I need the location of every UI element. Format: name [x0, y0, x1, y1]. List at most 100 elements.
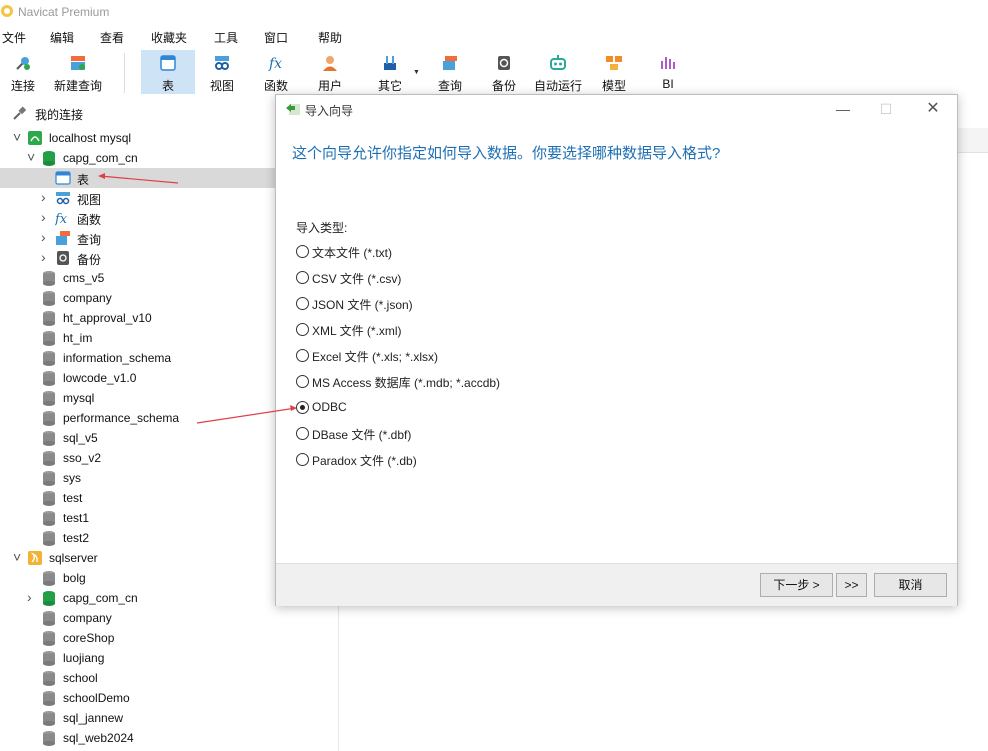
- toolbar-auto-run-button[interactable]: 自动运行: [530, 50, 586, 94]
- import-type-option[interactable]: Excel 文件 (*.xls; *.xlsx): [296, 347, 596, 367]
- cancel-button[interactable]: 取消: [874, 573, 947, 597]
- toolbar-connect-button[interactable]: 连接: [4, 50, 42, 94]
- tree-item-label: 备份: [77, 253, 102, 267]
- toolbar-user-button[interactable]: 用户: [310, 50, 350, 94]
- tree-item-label: coreShop: [63, 631, 115, 645]
- import-type-label: 导入类型:: [296, 221, 348, 235]
- toolbar-backup-button[interactable]: 备份: [484, 50, 524, 94]
- dialog-title-bar[interactable]: 导入向导 — ☐ ✕: [276, 95, 957, 123]
- dialog-heading: 这个向导允许你指定如何导入数据。你要选择哪种数据导入格式?: [292, 145, 721, 162]
- tree-item-label: lowcode_v1.0: [63, 371, 137, 385]
- import-type-option[interactable]: XML 文件 (*.xml): [296, 321, 596, 341]
- tree-item-label: luojiang: [63, 651, 105, 665]
- menu-tools[interactable]: 工具: [214, 29, 238, 46]
- tree-item-label: sso_v2: [63, 451, 102, 465]
- chevron-right-icon[interactable]: ›: [41, 250, 51, 264]
- chevron-right-icon[interactable]: ›: [41, 230, 51, 244]
- chevron-right-icon[interactable]: ›: [27, 590, 37, 604]
- import-type-option[interactable]: 文本文件 (*.txt): [296, 243, 596, 263]
- tree-item[interactable]: luojiang: [0, 648, 338, 668]
- radio-button[interactable]: [296, 323, 309, 336]
- tree-item[interactable]: school: [0, 668, 338, 688]
- menu-bar: 文件 编辑 查看 收藏夹 工具 窗口 帮助: [0, 25, 988, 47]
- tree-item-label: test1: [63, 511, 90, 525]
- tree-item-label: sql_jannew: [63, 711, 124, 725]
- toolbar-table-button[interactable]: 表: [141, 50, 195, 94]
- new-query-icon: [71, 56, 85, 70]
- function-icon: fx: [268, 56, 282, 72]
- database-icon: [43, 411, 55, 426]
- minimize-icon[interactable]: —: [833, 100, 853, 118]
- tree-item-label: mysql: [63, 391, 95, 405]
- radio-button[interactable]: [296, 349, 309, 362]
- toolbar-query-button[interactable]: 查询: [430, 50, 470, 94]
- menu-edit[interactable]: 编辑: [50, 29, 74, 46]
- tree-item-label: 视图: [77, 193, 102, 207]
- radio-button[interactable]: [296, 245, 309, 258]
- toolbar-bi-button[interactable]: BI: [648, 50, 688, 94]
- function-icon: fx: [55, 212, 68, 226]
- toolbar-function-button[interactable]: fx 函数: [256, 50, 296, 94]
- database-icon: [43, 711, 55, 726]
- menu-file[interactable]: 文件: [2, 29, 26, 46]
- tree-item[interactable]: coreShop: [0, 628, 338, 648]
- menu-help[interactable]: 帮助: [318, 29, 342, 46]
- radio-button[interactable]: [296, 401, 309, 414]
- import-type-option[interactable]: DBase 文件 (*.dbf): [296, 425, 596, 445]
- toolbar-model-button[interactable]: 模型: [594, 50, 634, 94]
- database-icon: [43, 291, 55, 306]
- tree-item-label: performance_schema: [63, 411, 180, 425]
- tree-item-label: 查询: [77, 233, 102, 247]
- database-icon: [43, 511, 55, 526]
- tree-item-label: 函数: [77, 213, 102, 227]
- toolbar-other-button[interactable]: 其它: [368, 50, 412, 94]
- other-dropdown-icon[interactable]: ▼: [413, 69, 420, 76]
- database-icon: [43, 611, 55, 626]
- navicat-logo-icon: [1, 5, 13, 17]
- import-type-option[interactable]: CSV 文件 (*.csv): [296, 269, 596, 289]
- tree-item[interactable]: sql_web2024: [0, 728, 338, 748]
- database-icon: [43, 271, 55, 286]
- tree-item-label: capg_com_cn: [63, 151, 138, 165]
- radio-button[interactable]: [296, 271, 309, 284]
- tree-item-label: ht_approval_v10: [63, 311, 152, 325]
- tree-item[interactable]: sql_jannew: [0, 708, 338, 728]
- database-icon: [43, 631, 55, 646]
- chevron-down-icon[interactable]: ˅: [13, 550, 23, 564]
- toolbar-separator: [124, 53, 125, 93]
- tree-item-label: sql_v5: [63, 431, 98, 445]
- import-type-option[interactable]: ODBC: [296, 399, 596, 419]
- tree-item-label: test: [63, 491, 83, 505]
- close-icon[interactable]: ✕: [923, 100, 943, 118]
- import-wizard-icon: [286, 104, 300, 115]
- radio-button[interactable]: [296, 427, 309, 440]
- database-icon: [43, 391, 55, 406]
- chevron-down-icon[interactable]: ˅: [27, 150, 37, 164]
- import-type-option[interactable]: Paradox 文件 (*.db): [296, 451, 596, 471]
- radio-button[interactable]: [296, 453, 309, 466]
- tree-item-label: sql_web2024: [63, 731, 134, 745]
- title-bar: Navicat Premium: [0, 0, 988, 24]
- table-icon: [160, 55, 176, 71]
- toolbar-new-query-button[interactable]: 新建查询: [50, 50, 106, 94]
- import-type-option[interactable]: MS Access 数据库 (*.mdb; *.accdb): [296, 373, 596, 393]
- menu-favorites[interactable]: 收藏夹: [151, 29, 187, 46]
- tree-item[interactable]: company: [0, 608, 338, 628]
- tree-item-label: localhost mysql: [49, 131, 132, 145]
- query-icon: [56, 231, 70, 245]
- chevron-right-icon[interactable]: ›: [41, 190, 51, 204]
- next-button[interactable]: 下一步 >: [760, 573, 833, 597]
- radio-button[interactable]: [296, 375, 309, 388]
- import-type-option-label: Paradox 文件 (*.db): [312, 454, 417, 468]
- tree-item-label: school: [63, 671, 98, 685]
- menu-window[interactable]: 窗口: [264, 29, 288, 46]
- import-type-option[interactable]: JSON 文件 (*.json): [296, 295, 596, 315]
- radio-button[interactable]: [296, 297, 309, 310]
- tree-item-label: bolg: [63, 571, 86, 585]
- toolbar-view-button[interactable]: 视图: [202, 50, 242, 94]
- last-step-button[interactable]: >>: [836, 573, 867, 597]
- chevron-down-icon[interactable]: ˅: [13, 130, 23, 144]
- tree-item[interactable]: schoolDemo: [0, 688, 338, 708]
- chevron-right-icon[interactable]: ›: [41, 210, 51, 224]
- menu-view[interactable]: 查看: [100, 29, 124, 46]
